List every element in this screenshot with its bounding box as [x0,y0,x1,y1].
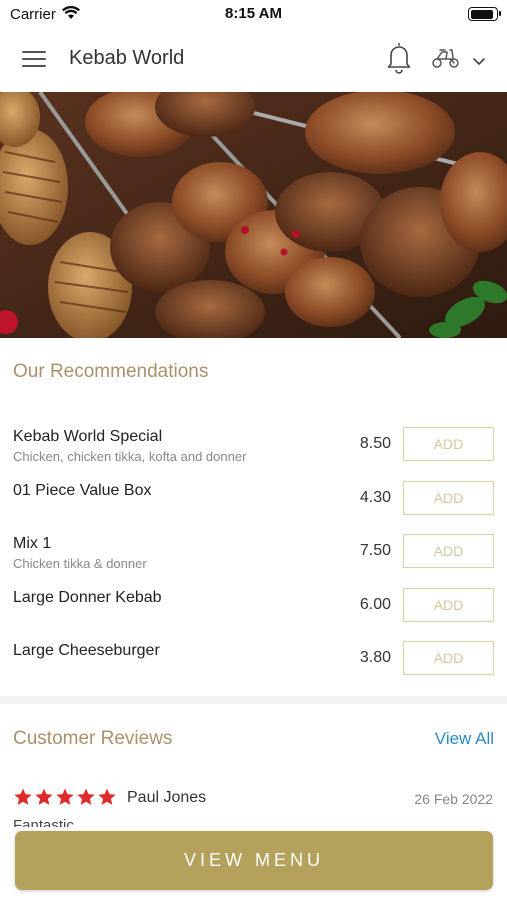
hero-image [0,92,507,338]
item-name: 01 Piece Value Box [13,482,152,499]
battery-icon [468,7,501,21]
bell-icon[interactable] [386,42,412,79]
add-button[interactable]: ADD [403,534,494,568]
review-text: Fantastic [13,817,74,827]
item-name: Large Cheeseburger [13,642,160,659]
clock: 8:15 AM [225,5,282,22]
item-price: 3.80 [359,649,391,666]
menu-item-row: Large Cheeseburger 3.80 ADD [0,641,507,693]
menu-item-row: Mix 1 Chicken tikka & donner 7.50 ADD [0,534,507,586]
menu-icon[interactable] [22,49,48,69]
review-rating [13,787,117,812]
reviews-title: Customer Reviews [13,728,173,749]
app-header: Kebab World [0,28,507,92]
view-all-link[interactable]: View All [435,729,494,749]
star-icon [55,787,75,812]
page-title: Kebab World [69,47,185,69]
add-button[interactable]: ADD [403,481,494,515]
item-price: 8.50 [359,435,391,452]
item-price: 4.30 [359,489,391,506]
scooter-icon[interactable] [431,46,461,75]
add-button[interactable]: ADD [403,588,494,622]
item-description: Chicken, chicken tikka, kofta and donner [13,449,247,464]
recommendations-title: Our Recommendations [13,361,209,382]
star-icon [34,787,54,812]
chevron-down-icon[interactable] [472,54,486,72]
status-bar: Carrier 8:15 AM [0,0,507,28]
add-button[interactable]: ADD [403,641,494,675]
menu-item-row: Kebab World Special Chicken, chicken tik… [0,427,507,479]
star-icon [13,787,33,812]
item-price: 6.00 [359,596,391,613]
add-button[interactable]: ADD [403,427,494,461]
menu-item-row: 01 Piece Value Box 4.30 ADD [0,481,507,533]
view-menu-button[interactable]: VIEW MENU [15,831,493,890]
item-description: Chicken tikka & donner [13,556,147,571]
item-price: 7.50 [359,542,391,559]
section-divider [0,696,507,704]
menu-item-row: Large Donner Kebab 6.00 ADD [0,588,507,640]
reviewer-name: Paul Jones [127,789,207,806]
review-date: 26 Feb 2022 [414,791,493,807]
item-name: Mix 1 [13,535,52,552]
star-icon [97,787,117,812]
item-name: Large Donner Kebab [13,589,162,606]
star-icon [76,787,96,812]
item-name: Kebab World Special [13,428,163,445]
battery-level [470,9,493,19]
